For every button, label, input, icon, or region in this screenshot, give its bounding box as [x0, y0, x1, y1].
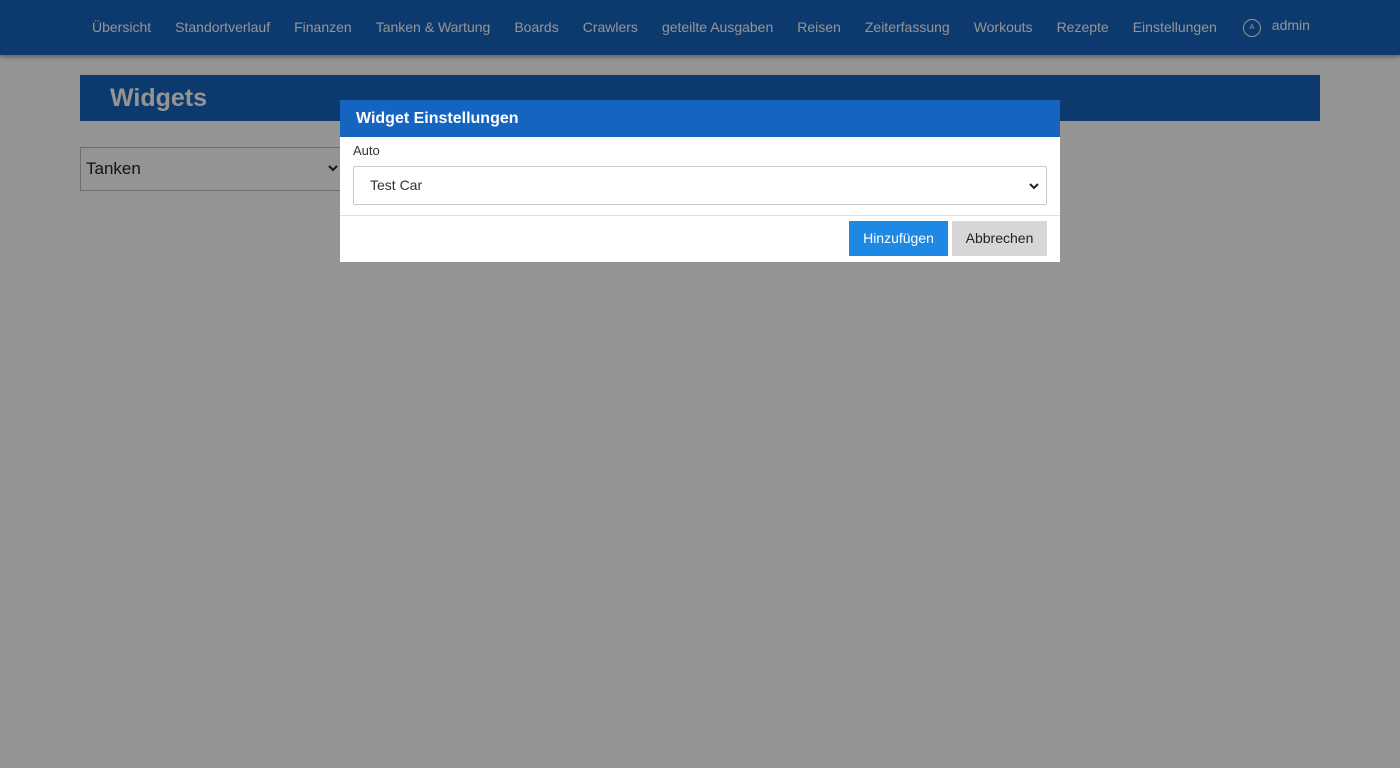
car-select[interactable]: Test Car [353, 166, 1047, 205]
cancel-button[interactable]: Abbrechen [952, 221, 1047, 256]
add-button[interactable]: Hinzufügen [849, 221, 948, 256]
dialog-header: Widget Einstellungen [340, 100, 1060, 137]
chevron-down-icon [1029, 183, 1039, 190]
car-field-label: Auto [353, 143, 380, 158]
widget-settings-dialog: Widget Einstellungen Auto Test Car Hinzu… [340, 100, 1060, 262]
dialog-title: Widget Einstellungen [356, 110, 519, 127]
dialog-divider [340, 215, 1060, 216]
car-select-value: Test Car [370, 177, 423, 193]
